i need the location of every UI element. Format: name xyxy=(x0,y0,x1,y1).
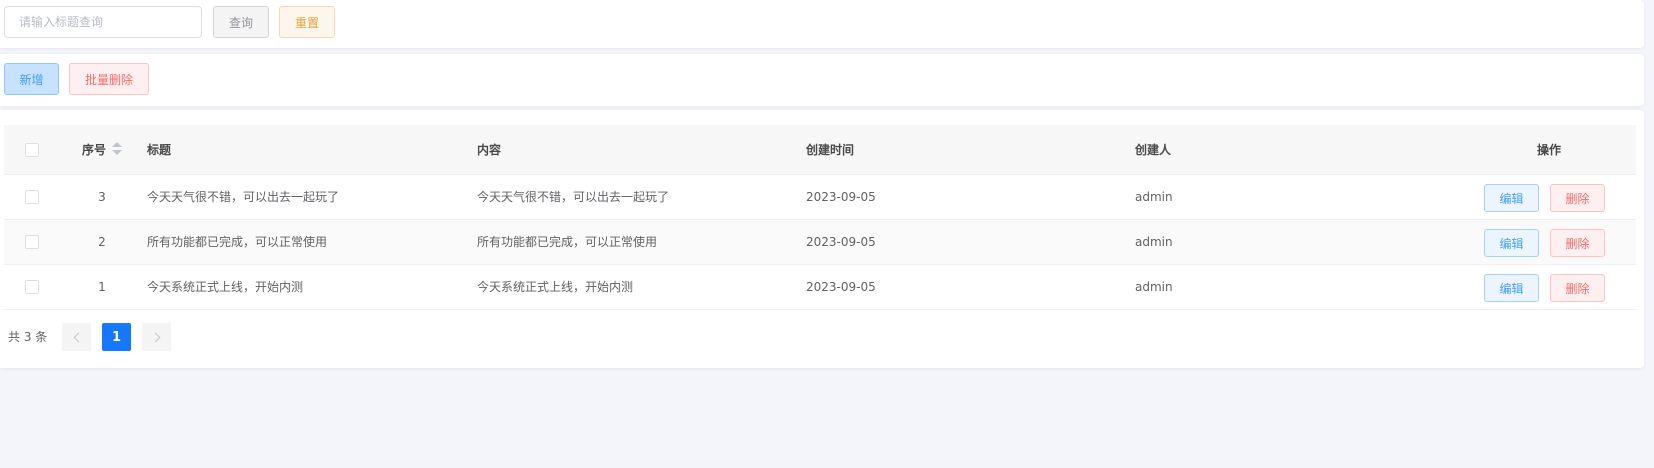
table-row: 3 今天天气很不错，可以出去一起玩了 今天天气很不错，可以出去一起玩了 2023… xyxy=(4,175,1636,220)
table-row: 1 今天系统正式上线，开始内测 今天系统正式上线，开始内测 2023-09-05… xyxy=(4,265,1636,310)
delete-button[interactable]: 删除 xyxy=(1550,274,1605,302)
cell-created-at: 2023-09-05 xyxy=(806,235,876,249)
cell-content: 所有功能都已完成，可以正常使用 xyxy=(477,235,658,249)
data-table: 序号 标题 内容 创建时间 创建人 操作 3 今天天气很不错，可以出去一起玩了 … xyxy=(4,125,1636,310)
cell-title: 所有功能都已完成，可以正常使用 xyxy=(147,235,328,249)
pagination: 共 3 条 1 xyxy=(8,323,408,351)
cell-seq: 2 xyxy=(98,235,106,249)
column-header-ops: 操作 xyxy=(1536,143,1561,157)
select-all-checkbox[interactable] xyxy=(25,142,39,157)
action-toolbar: 新增 批量删除 xyxy=(0,54,1644,106)
title-search-input[interactable] xyxy=(4,6,202,38)
cell-seq: 1 xyxy=(98,280,106,294)
cell-creator: admin xyxy=(1135,280,1173,294)
table-header: 序号 标题 内容 创建时间 创建人 操作 xyxy=(4,125,1636,175)
column-header-content: 内容 xyxy=(477,143,502,157)
prev-page-button[interactable] xyxy=(62,323,91,351)
column-header-created-at: 创建时间 xyxy=(806,143,855,157)
table-panel: 序号 标题 内容 创建时间 创建人 操作 3 今天天气很不错，可以出去一起玩了 … xyxy=(0,110,1644,368)
edit-button[interactable]: 编辑 xyxy=(1484,184,1539,212)
column-header-creator: 创建人 xyxy=(1135,143,1172,157)
delete-button[interactable]: 删除 xyxy=(1550,229,1605,257)
row-checkbox[interactable] xyxy=(25,190,39,204)
column-header-title: 标题 xyxy=(147,143,172,157)
page-number-current[interactable]: 1 xyxy=(102,323,131,351)
cell-created-at: 2023-09-05 xyxy=(806,190,876,204)
row-checkbox[interactable] xyxy=(25,280,39,294)
cell-content: 今天天气很不错，可以出去一起玩了 xyxy=(477,190,670,204)
add-button[interactable]: 新增 xyxy=(4,63,59,95)
chevron-left-icon xyxy=(73,332,83,342)
edit-button[interactable]: 编辑 xyxy=(1484,274,1539,302)
reset-button[interactable]: 重置 xyxy=(279,6,335,38)
chevron-right-icon xyxy=(150,332,160,342)
cell-created-at: 2023-09-05 xyxy=(806,280,876,294)
next-page-button[interactable] xyxy=(142,323,171,351)
column-header-seq[interactable]: 序号 xyxy=(74,125,130,175)
cell-seq: 3 xyxy=(98,190,106,204)
cell-creator: admin xyxy=(1135,190,1173,204)
cell-title: 今天天气很不错，可以出去一起玩了 xyxy=(147,190,340,204)
delete-button[interactable]: 删除 xyxy=(1550,184,1605,212)
cell-title: 今天系统正式上线，开始内测 xyxy=(147,280,304,294)
search-panel: 查询 重置 xyxy=(0,0,1644,48)
table-row: 2 所有功能都已完成，可以正常使用 所有功能都已完成，可以正常使用 2023-0… xyxy=(4,220,1636,265)
query-button[interactable]: 查询 xyxy=(213,6,269,38)
batch-delete-button[interactable]: 批量删除 xyxy=(69,63,149,95)
cell-content: 今天系统正式上线，开始内测 xyxy=(477,280,634,294)
row-checkbox[interactable] xyxy=(25,235,39,249)
column-header-seq-label: 序号 xyxy=(81,143,106,157)
sort-icon[interactable] xyxy=(112,141,122,156)
cell-creator: admin xyxy=(1135,235,1173,249)
pagination-total: 共 3 条 xyxy=(8,330,48,344)
edit-button[interactable]: 编辑 xyxy=(1484,229,1539,257)
